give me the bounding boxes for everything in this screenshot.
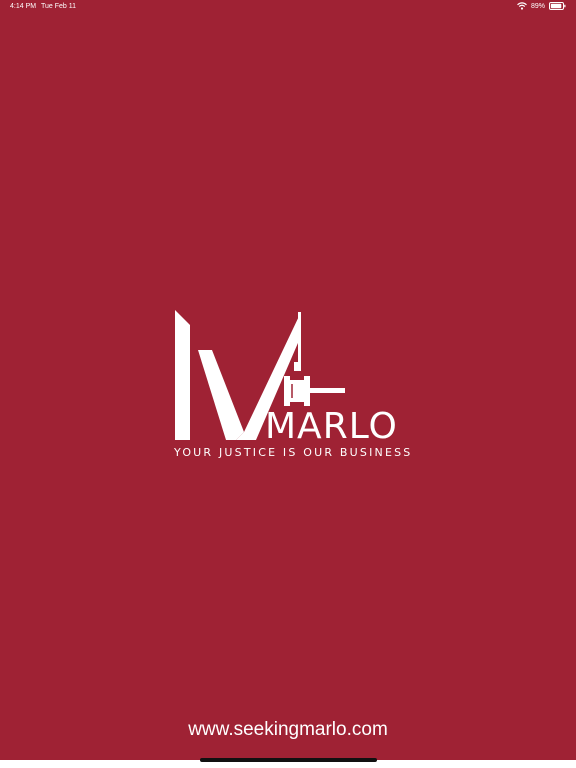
status-right-group: 89% (517, 2, 566, 10)
tagline: YOUR JUSTICE IS OUR BUSINESS (174, 446, 413, 459)
battery-icon (549, 2, 566, 10)
website-link[interactable]: www.seekingmarlo.com (0, 719, 576, 741)
marlo-logo: MARLO YOUR JUSTICE IS OUR BUSINESS (170, 306, 410, 466)
status-time: 4:14 PM (10, 3, 37, 10)
home-indicator[interactable] (200, 758, 377, 762)
brand-name: MARLO (265, 406, 398, 447)
status-date: Tue Feb 11 (41, 3, 77, 10)
wifi-icon (517, 2, 527, 10)
status-bar: 4:14 PM Tue Feb 11 89% (0, 0, 576, 14)
splash-screen: 4:14 PM Tue Feb 11 89% MARLO YOUR JUSTIC… (0, 0, 576, 768)
battery-percent: 89% (530, 2, 545, 10)
